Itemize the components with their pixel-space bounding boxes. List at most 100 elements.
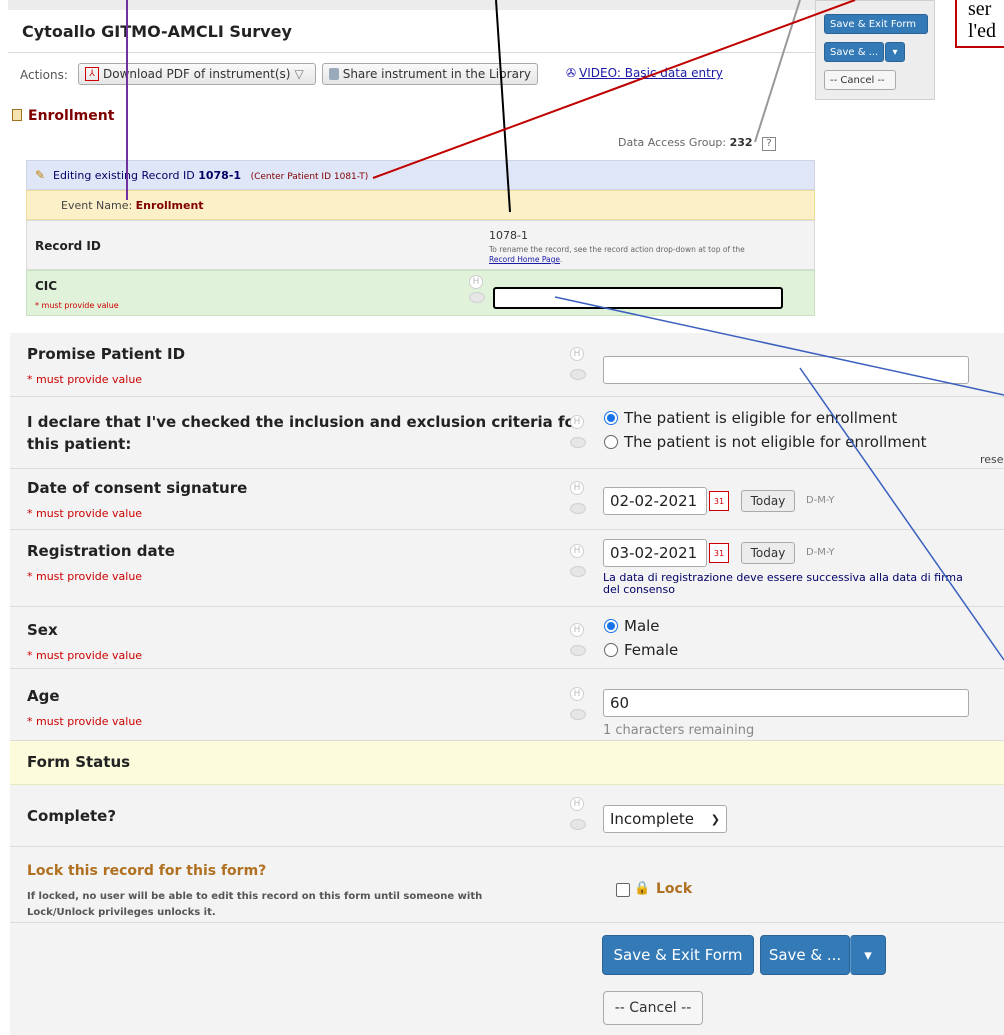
complete-row: Complete? H Incomplete ❯ — [10, 785, 1004, 847]
registration-date-note: La data di registrazione deve essere suc… — [603, 572, 963, 596]
film-icon: ✇ — [566, 66, 577, 80]
form-status-row: Form Status — [10, 741, 1004, 785]
age-remaining: 1 characters remaining — [603, 723, 755, 738]
age-required: * must provide value — [27, 715, 143, 728]
annotation-text-2: l'ed — [968, 20, 997, 42]
declaration-label-line-1: I declare that I've checked the inclusio… — [27, 413, 583, 431]
lock-label: Lock — [656, 881, 693, 897]
eligible-radio[interactable]: The patient is eligible for enrollment — [604, 409, 897, 427]
consent-date-format: D-M-Y — [806, 495, 835, 506]
age-input[interactable]: 60 — [603, 689, 969, 717]
promise-id-input[interactable] — [603, 356, 969, 384]
history-icon[interactable]: H — [570, 623, 584, 637]
male-radio[interactable]: Male — [604, 617, 660, 635]
side-cancel-button[interactable]: -- Cancel -- — [824, 70, 896, 90]
radio-unchecked-icon[interactable] — [604, 435, 618, 449]
cic-input[interactable] — [493, 287, 783, 309]
female-radio[interactable]: Female — [604, 641, 678, 659]
share-instrument-label: Share instrument in the Library — [342, 67, 531, 81]
save-exit-button[interactable]: Save & Exit Form — [602, 935, 754, 975]
floating-save-panel: Save & Exit Form Save & ... ▾ -- Cancel … — [815, 0, 935, 100]
declaration-label-line-2: this patient: — [27, 435, 132, 453]
side-save-exit-button[interactable]: Save & Exit Form — [824, 14, 928, 34]
consent-date-icons: H — [570, 481, 588, 514]
lock-description: If locked, no user will be able to edit … — [27, 891, 483, 918]
record-id-row: Record ID 1078-1 To rename the record, s… — [26, 220, 815, 270]
age-label: Age — [27, 687, 60, 705]
history-icon[interactable]: H — [570, 687, 584, 701]
female-label: Female — [624, 641, 679, 659]
radio-unchecked-icon[interactable] — [604, 643, 618, 657]
registration-date-icons: H — [570, 544, 588, 577]
lock-checkbox[interactable] — [616, 883, 630, 897]
comment-icon[interactable] — [570, 437, 586, 448]
video-link-label: VIDEO: Basic data entry — [579, 66, 723, 80]
cic-required-note: * must provide value — [35, 301, 119, 310]
registration-note-line-2: del consenso — [603, 583, 675, 596]
sex-required: * must provide value — [27, 649, 143, 662]
male-label: Male — [624, 617, 660, 635]
comment-icon[interactable] — [570, 819, 586, 830]
dag-label: Data Access Group: — [618, 136, 727, 149]
history-icon[interactable]: H — [570, 415, 584, 429]
age-icons: H — [570, 687, 588, 720]
complete-select[interactable]: Incomplete ❯ — [603, 805, 727, 833]
top-panel: Cytoallo GITMO-AMCLI Survey Actions: ⅄ D… — [8, 0, 818, 328]
record-home-link[interactable]: Record Home Page — [489, 255, 560, 264]
promise-id-row: Promise Patient ID * must provide value … — [10, 333, 1004, 397]
complete-select-value: Incomplete — [610, 810, 694, 828]
promise-id-icons: H — [570, 347, 588, 380]
promise-id-label: Promise Patient ID — [27, 345, 186, 363]
pencil-icon: ✎ — [35, 168, 46, 182]
consent-date-row: Date of consent signature * must provide… — [10, 469, 1004, 530]
share-instrument-button[interactable]: Share instrument in the Library — [322, 63, 538, 85]
registration-date-input[interactable]: 03-02-2021 — [603, 539, 707, 567]
save-more-button[interactable]: Save & ... — [760, 935, 850, 975]
complete-icons: H — [570, 797, 588, 830]
editing-record-id: 1078-1 — [198, 169, 242, 182]
comment-icon[interactable] — [570, 503, 586, 514]
form-icon — [12, 109, 22, 121]
record-id-note-text: To rename the record, see the record act… — [489, 245, 745, 254]
declaration-label: I declare that I've checked the inclusio… — [27, 411, 582, 455]
not-eligible-radio[interactable]: The patient is not eligible for enrollme… — [604, 433, 927, 451]
event-label: Event Name: — [61, 199, 133, 212]
side-caret-icon[interactable]: ▾ — [885, 42, 905, 62]
history-icon[interactable]: H — [570, 797, 584, 811]
form-buttons-row: Save & Exit Form Save & ... ▾ -- Cancel … — [10, 923, 1004, 1035]
comment-icon[interactable] — [469, 292, 485, 303]
comment-icon[interactable] — [570, 645, 586, 656]
registration-date-label: Registration date — [27, 542, 175, 560]
download-pdf-button[interactable]: ⅄ Download PDF of instrument(s) ▽ — [78, 63, 316, 85]
comment-icon[interactable] — [570, 566, 586, 577]
dag-help-icon[interactable]: ? — [762, 137, 777, 151]
video-link[interactable]: ✇ VIDEO: Basic data entry — [566, 66, 723, 80]
registration-date-format: D-M-Y — [806, 547, 835, 558]
record-id-label: Record ID — [35, 239, 101, 253]
calendar-icon[interactable]: 31 — [709, 543, 729, 563]
history-icon[interactable]: H — [570, 544, 584, 558]
consent-date-input[interactable]: 02-02-2021 — [603, 487, 707, 515]
radio-checked-icon[interactable] — [604, 411, 618, 425]
history-icon[interactable]: H — [469, 275, 483, 289]
registration-today-button[interactable]: Today — [741, 542, 795, 564]
record-id-note: To rename the record, see the record act… — [489, 245, 745, 264]
comment-icon[interactable] — [570, 369, 586, 380]
save-caret-icon[interactable]: ▾ — [850, 935, 886, 975]
sex-row: Sex * must provide value H Male Female r… — [10, 607, 1004, 680]
cancel-button[interactable]: -- Cancel -- — [603, 991, 703, 1025]
calendar-icon[interactable]: 31 — [709, 491, 729, 511]
radio-checked-icon[interactable] — [604, 619, 618, 633]
consent-today-button[interactable]: Today — [741, 490, 795, 512]
title-divider — [8, 52, 818, 53]
declaration-reset-link[interactable]: rese — [980, 453, 1004, 466]
history-icon[interactable]: H — [570, 481, 584, 495]
consent-date-required: * must provide value — [27, 507, 143, 520]
chevron-down-icon: ❯ — [710, 812, 720, 826]
side-save-more-button[interactable]: Save & ... — [824, 42, 884, 62]
actions-label: Actions: — [20, 68, 68, 82]
history-icon[interactable]: H — [570, 347, 584, 361]
lock-title: Lock this record for this form? — [27, 863, 267, 879]
comment-icon[interactable] — [570, 709, 586, 720]
promise-id-required: * must provide value — [27, 373, 143, 386]
